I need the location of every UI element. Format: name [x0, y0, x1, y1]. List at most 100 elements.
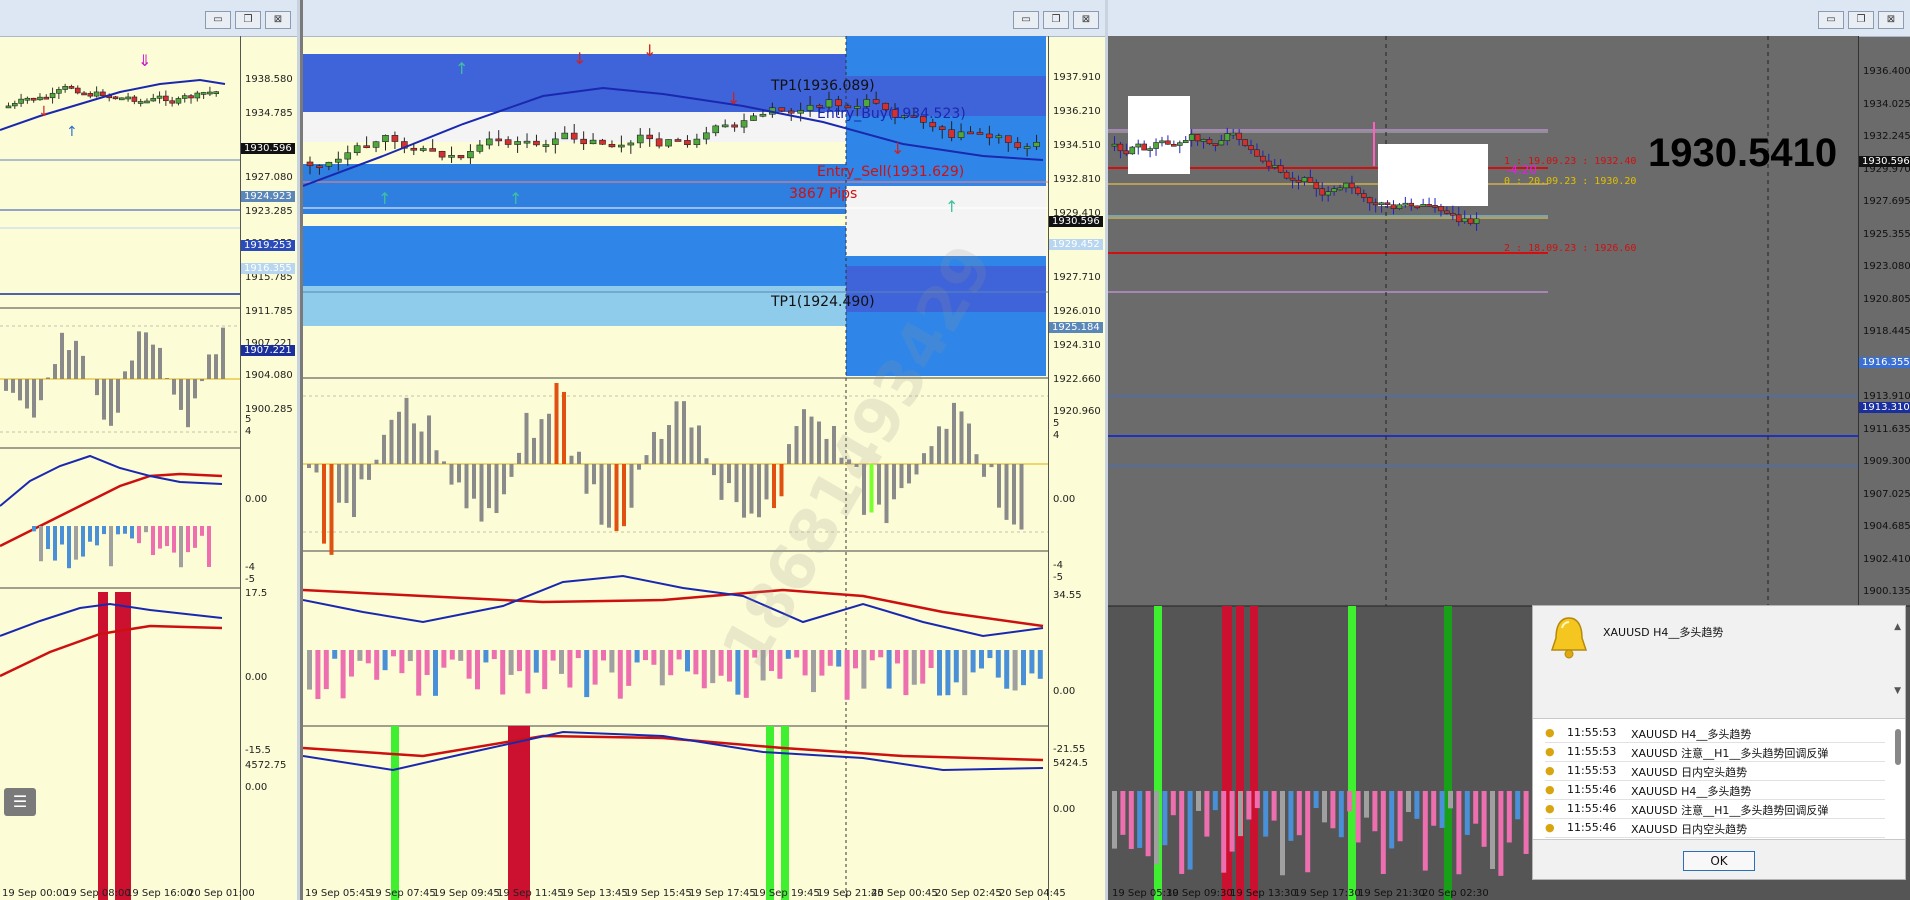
minimize-button[interactable]: ▭ — [1013, 11, 1039, 29]
alert-scroll-down-icon[interactable]: ▼ — [1894, 686, 1901, 696]
histogram-bar — [734, 464, 739, 503]
candle — [200, 92, 207, 95]
candle — [1343, 182, 1349, 189]
price-tick-label: 1937.910 — [1053, 72, 1101, 83]
price-tick-label: -5 — [1053, 572, 1063, 583]
right-window-titlebar[interactable]: ▭ ❐ ⊠ — [1108, 0, 1910, 37]
signal-bar — [508, 726, 530, 900]
histogram-bar — [1473, 791, 1479, 824]
left-window-titlebar[interactable]: ▭ ❐ ⊠ — [0, 0, 297, 37]
price-tag: 1930.596 — [241, 143, 295, 154]
histogram-bar — [123, 526, 127, 534]
candle — [344, 152, 352, 160]
histogram-bar — [651, 650, 657, 665]
histogram-bar — [869, 650, 875, 661]
price-tick-label: 4572.75 — [245, 760, 287, 771]
candle — [778, 107, 786, 112]
middle-chart-window[interactable]: ▭ ❐ ⊠ TP1(1936.089) Entry_Buy(1934.523) En… — [303, 0, 1108, 900]
sell-arrow: ↓ — [643, 41, 656, 60]
price-tick-label: 1920.960 — [1053, 406, 1101, 417]
candle — [18, 98, 24, 104]
candle — [207, 91, 213, 95]
histogram-bar — [974, 454, 979, 464]
price-tick-label: 1936.400 — [1863, 66, 1910, 77]
histogram-bar — [475, 650, 480, 690]
histogram-bar — [839, 457, 844, 464]
alert-row[interactable]: ● 11:55:53 XAUUSD 日内空头趋势 — [1545, 761, 1885, 781]
candle — [1473, 218, 1480, 224]
ok-button[interactable]: OK — [1683, 851, 1755, 871]
minimize-button[interactable]: ▭ — [1818, 11, 1844, 29]
histogram-bar — [785, 650, 791, 659]
level-label: 0 : 20.09.23 : 1930.20 — [1504, 176, 1637, 187]
candle — [156, 95, 163, 99]
close-button[interactable]: ⊠ — [1878, 11, 1904, 29]
histogram-bar — [539, 419, 544, 464]
histogram-bar — [892, 464, 896, 500]
histogram-bar — [442, 461, 446, 464]
candle — [56, 89, 62, 94]
candle — [1289, 177, 1296, 181]
histogram-bar — [922, 453, 926, 464]
close-button[interactable]: ⊠ — [1073, 11, 1099, 29]
alert-dialog[interactable]: XAUUSD H4__多头趋势 ▼ ▲ ● 11:55:53 XAUUSD H4__… — [1532, 605, 1906, 880]
histogram-bar — [434, 450, 439, 464]
histogram-bar — [1212, 791, 1218, 811]
middle-window-titlebar[interactable]: ▭ ❐ ⊠ — [303, 0, 1105, 37]
close-button[interactable]: ⊠ — [265, 11, 291, 29]
histogram-bar — [464, 464, 469, 509]
alert-time: 11:55:46 — [1567, 783, 1617, 796]
alert-text: XAUUSD H4__多头趋势 — [1631, 785, 1752, 798]
candle — [542, 144, 550, 147]
price-tick-label: 0.00 — [1053, 686, 1076, 697]
price-tick-label: 1938.580 — [245, 74, 293, 85]
candle — [1319, 188, 1326, 196]
alert-row[interactable]: ● 11:55:46 XAUUSD 日内空头趋势 — [1545, 818, 1885, 838]
histogram-bar — [674, 401, 679, 464]
histogram-bar — [81, 355, 85, 379]
histogram-bar — [601, 650, 606, 661]
alert-row[interactable]: ● 11:55:46 XAUUSD H4__多头趋势 — [1545, 780, 1885, 800]
histogram-bar — [914, 464, 919, 475]
histogram-bar — [1204, 791, 1210, 837]
alert-scroll-up-icon[interactable]: ▲ — [1894, 622, 1901, 632]
histogram-bar — [179, 379, 183, 410]
candle — [448, 155, 455, 158]
minimize-button[interactable]: ▭ — [205, 11, 231, 29]
alert-list[interactable]: ● 11:55:53 XAUUSD H4__多头趋势 ● 11:55:53 XAUUSD … — [1533, 718, 1905, 840]
buy-arrow: ↑ — [455, 59, 468, 78]
price-tick-label: 1920.805 — [1863, 293, 1910, 305]
histogram-bar — [824, 438, 829, 464]
histogram-bar — [987, 650, 993, 659]
middle-chart-canvas[interactable]: TP1(1936.089) Entry_Buy(1934.523) Entry_Se… — [303, 36, 1108, 900]
maximize-button[interactable]: ❐ — [235, 11, 261, 29]
candle — [1206, 139, 1213, 144]
histogram-bar — [533, 650, 539, 673]
alert-row[interactable]: ● 11:55:53 XAUUSD 注意__H1__多头趋势回调反弹 — [1545, 742, 1885, 762]
histogram-bar — [307, 650, 312, 690]
alert-row[interactable]: ● 11:55:53 XAUUSD H4__多头趋势 — [1545, 723, 1885, 743]
price-tick-label: 1907.025 — [1863, 488, 1910, 500]
candle — [1396, 204, 1403, 209]
histogram-bar — [441, 650, 447, 668]
menu-button[interactable]: ☰ — [4, 788, 36, 816]
candle — [1337, 187, 1343, 191]
maximize-button[interactable]: ❐ — [1848, 11, 1874, 29]
alert-scrollbar[interactable] — [1895, 729, 1901, 765]
alert-row[interactable]: ● 11:55:46 XAUUSD 注意__H1__多头趋势回调反弹 — [1545, 799, 1885, 819]
histogram-bar — [123, 371, 127, 379]
alert-time: 11:55:53 — [1567, 726, 1617, 739]
candle — [1408, 202, 1415, 207]
price-tick-label: 1909.300 — [1863, 456, 1910, 467]
candle — [618, 144, 625, 148]
histogram-bar — [1271, 791, 1277, 821]
session-box — [1378, 144, 1488, 206]
histogram-bar — [1179, 791, 1185, 874]
maximize-button[interactable]: ❐ — [1043, 11, 1069, 29]
time-label: 19 Sep 13:30 — [1230, 888, 1297, 899]
histogram-bar — [836, 650, 842, 667]
left-chart-window[interactable]: ▭ ❐ ⊠ ↓ ⇓ ↑ 1938.580 1934.785 1927.080 1923.2… — [0, 0, 300, 900]
price-tick-label: 1932.245 — [1863, 131, 1910, 142]
histogram-bar — [727, 650, 732, 682]
histogram-bar — [1187, 791, 1193, 870]
